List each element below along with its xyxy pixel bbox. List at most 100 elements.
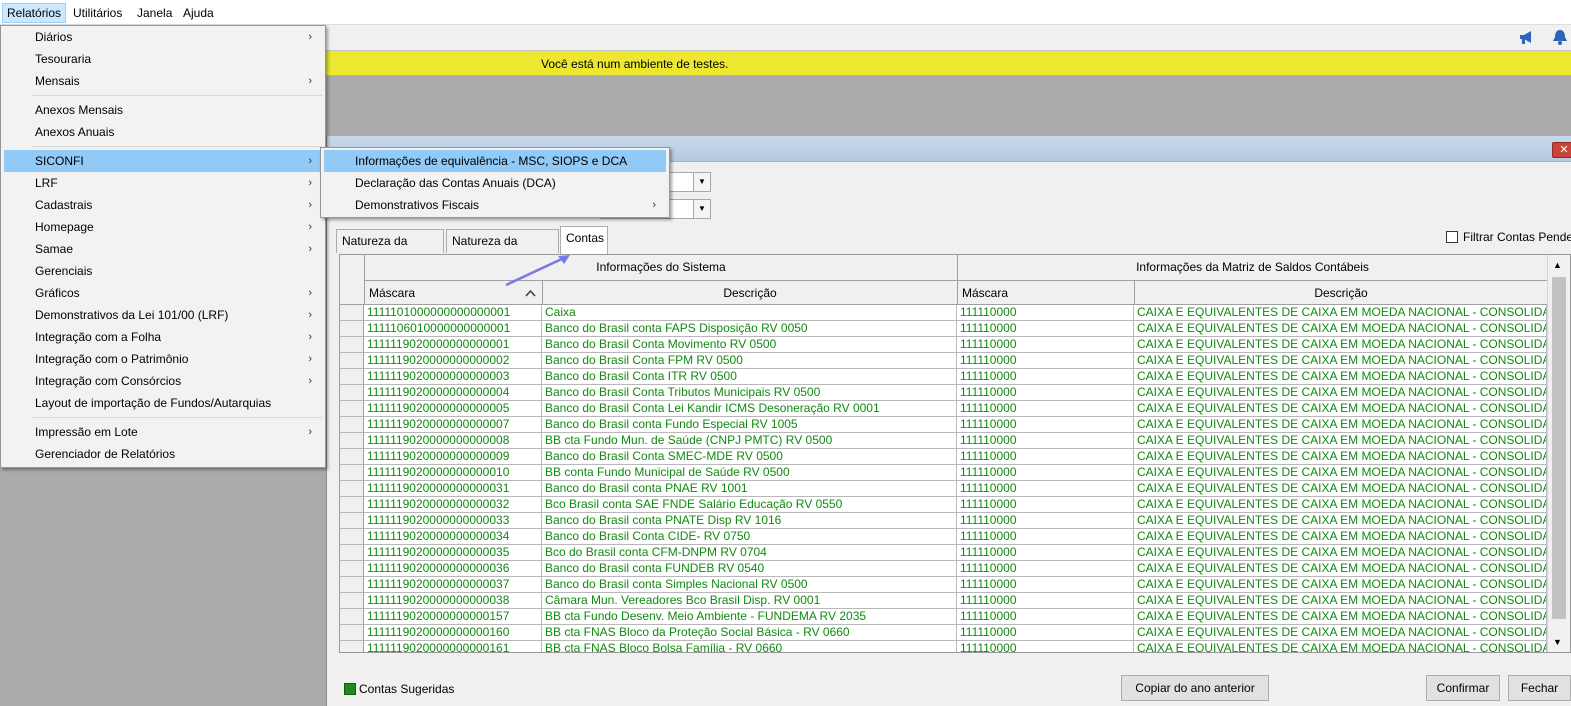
cell-mascara-matriz[interactable]: 111110000 xyxy=(957,369,1134,385)
menu-item-demonstrativos-da-lei-101-00-lrf[interactable]: Demonstrativos da Lei 101/00 (LRF) › xyxy=(4,304,322,326)
menu-item-integra-o-com-o-patrim-nio[interactable]: Integração com o Patrimônio › xyxy=(4,348,322,370)
vertical-scrollbar[interactable]: ▲ ▼ xyxy=(1547,255,1570,652)
submenu-item-2[interactable]: Declaração das Contas Anuais (DCA) xyxy=(324,172,666,194)
table-row[interactable]: 1111119020000000000034 Banco do Brasil Co… xyxy=(364,529,1547,545)
copy-previous-year-button[interactable]: Copiar do ano anterior xyxy=(1121,675,1269,701)
cell-descricao-sistema[interactable]: BB cta Fundo Mun. de Saúde (CNPJ PMTC) R… xyxy=(542,433,957,449)
row-header[interactable] xyxy=(340,481,364,497)
cell-descricao-sistema[interactable]: Banco do Brasil Conta Lei Kandir ICMS De… xyxy=(542,401,957,417)
cell-descricao-sistema[interactable]: BB cta FNAS Bloco da Proteção Social Bás… xyxy=(542,625,957,641)
menu-item-homepage[interactable]: Homepage › xyxy=(4,216,322,238)
column-header-mascara-matriz[interactable]: Máscara xyxy=(958,281,1135,305)
menu-item-gerenciais[interactable]: Gerenciais xyxy=(4,260,322,282)
cell-descricao-sistema[interactable]: Caixa xyxy=(542,305,957,321)
cell-mascara-matriz[interactable]: 111110000 xyxy=(957,481,1134,497)
cell-mascara-sistema[interactable]: 1111119020000000000005 xyxy=(364,401,542,417)
menu-item-impress-o-em-lote[interactable]: Impressão em Lote › xyxy=(4,421,322,443)
cell-mascara-sistema[interactable]: 1111106010000000000001 xyxy=(364,321,542,337)
cell-mascara-matriz[interactable]: 111110000 xyxy=(957,513,1134,529)
cell-mascara-sistema[interactable]: 1111119020000000000035 xyxy=(364,545,542,561)
cell-descricao-sistema[interactable]: Banco do Brasil Conta SMEC-MDE RV 0500 xyxy=(542,449,957,465)
cell-mascara-matriz[interactable]: 111110000 xyxy=(957,417,1134,433)
table-row[interactable]: 1111119020000000000035 Bco do Brasil cont… xyxy=(364,545,1547,561)
table-row[interactable]: 1111119020000000000010 BB conta Fundo Mun… xyxy=(364,465,1547,481)
table-row[interactable]: 1111119020000000000009 Banco do Brasil Co… xyxy=(364,449,1547,465)
cell-mascara-sistema[interactable]: 1111119020000000000002 xyxy=(364,353,542,369)
menu-utilitarios[interactable]: Utilitários xyxy=(69,3,126,23)
cell-descricao-matriz[interactable]: CAIXA E EQUIVALENTES DE CAIXA EM MOEDA N… xyxy=(1134,401,1547,417)
cell-descricao-matriz[interactable]: CAIXA E EQUIVALENTES DE CAIXA EM MOEDA N… xyxy=(1134,545,1547,561)
scrollbar-thumb[interactable] xyxy=(1552,277,1566,619)
accounts-grid[interactable]: Informações do Sistema Informações da Ma… xyxy=(339,254,1571,653)
close-icon[interactable]: ✕ xyxy=(1552,142,1571,158)
menu-item-samae[interactable]: Samae › xyxy=(4,238,322,260)
cell-descricao-sistema[interactable]: BB conta Fundo Municipal de Saúde RV 050… xyxy=(542,465,957,481)
scroll-down-icon[interactable]: ▼ xyxy=(1553,637,1562,647)
table-row[interactable]: 1111101000000000000001 Caixa 111110000 CAIX… xyxy=(364,305,1547,321)
row-header[interactable] xyxy=(340,529,364,545)
cell-descricao-sistema[interactable]: Câmara Mun. Vereadores Bco Brasil Disp. … xyxy=(542,593,957,609)
table-row[interactable]: 1111119020000000000038 Câmara Mun. Veread… xyxy=(364,593,1547,609)
tab-natureza-receita[interactable]: Natureza da Receita xyxy=(336,229,444,270)
cell-mascara-sistema[interactable]: 1111119020000000000008 xyxy=(364,433,542,449)
menu-item-integra-o-com-cons-rcios[interactable]: Integração com Consórcios › xyxy=(4,370,322,392)
menu-item-anexos-anuais[interactable]: Anexos Anuais xyxy=(4,121,322,143)
cell-mascara-sistema[interactable]: 1111119020000000000036 xyxy=(364,561,542,577)
row-header[interactable] xyxy=(340,321,364,337)
close-button[interactable]: Fechar xyxy=(1508,675,1571,701)
cell-mascara-matriz[interactable]: 111110000 xyxy=(957,625,1134,641)
chevron-down-icon[interactable]: ▼ xyxy=(693,200,710,218)
megaphone-icon[interactable] xyxy=(1518,28,1536,46)
table-row[interactable]: 1111106010000000000001 Banco do Brasil co… xyxy=(364,321,1547,337)
row-header[interactable] xyxy=(340,305,364,321)
cell-descricao-sistema[interactable]: Bco do Brasil conta CFM-DNPM RV 0704 xyxy=(542,545,957,561)
row-header[interactable] xyxy=(340,353,364,369)
cell-mascara-sistema[interactable]: 1111119020000000000038 xyxy=(364,593,542,609)
cell-mascara-matriz[interactable]: 111110000 xyxy=(957,449,1134,465)
cell-descricao-sistema[interactable]: Banco do Brasil Conta CIDE- RV 0750 xyxy=(542,529,957,545)
cell-mascara-matriz[interactable]: 111110000 xyxy=(957,337,1134,353)
menu-item-gr-ficos[interactable]: Gráficos › xyxy=(4,282,322,304)
table-row[interactable]: 1111119020000000000002 Banco do Brasil Co… xyxy=(364,353,1547,369)
cell-descricao-matriz[interactable]: CAIXA E EQUIVALENTES DE CAIXA EM MOEDA N… xyxy=(1134,497,1547,513)
table-row[interactable]: 1111119020000000000031 Banco do Brasil co… xyxy=(364,481,1547,497)
cell-descricao-sistema[interactable]: Banco do Brasil conta PNAE RV 1001 xyxy=(542,481,957,497)
menu-janela[interactable]: Janela xyxy=(133,3,176,23)
table-row[interactable]: 1111119020000000000001 Banco do Brasil Co… xyxy=(364,337,1547,353)
table-row[interactable]: 1111119020000000000008 BB cta Fundo Mun. … xyxy=(364,433,1547,449)
cell-descricao-matriz[interactable]: CAIXA E EQUIVALENTES DE CAIXA EM MOEDA N… xyxy=(1134,353,1547,369)
row-header[interactable] xyxy=(340,641,364,652)
scroll-up-icon[interactable]: ▲ xyxy=(1553,260,1562,270)
cell-mascara-sistema[interactable]: 1111119020000000000001 xyxy=(364,337,542,353)
cell-mascara-matriz[interactable]: 111110000 xyxy=(957,561,1134,577)
cell-mascara-matriz[interactable]: 111110000 xyxy=(957,353,1134,369)
column-header-descricao-sistema[interactable]: Descrição xyxy=(543,281,958,305)
cell-descricao-matriz[interactable]: CAIXA E EQUIVALENTES DE CAIXA EM MOEDA N… xyxy=(1134,449,1547,465)
table-row[interactable]: 1111119020000000000033 Banco do Brasil co… xyxy=(364,513,1547,529)
cell-descricao-matriz[interactable]: CAIXA E EQUIVALENTES DE CAIXA EM MOEDA N… xyxy=(1134,433,1547,449)
row-header[interactable] xyxy=(340,449,364,465)
cell-descricao-matriz[interactable]: CAIXA E EQUIVALENTES DE CAIXA EM MOEDA N… xyxy=(1134,481,1547,497)
cell-descricao-matriz[interactable]: CAIXA E EQUIVALENTES DE CAIXA EM MOEDA N… xyxy=(1134,465,1547,481)
row-header[interactable] xyxy=(340,401,364,417)
cell-descricao-matriz[interactable]: CAIXA E EQUIVALENTES DE CAIXA EM MOEDA N… xyxy=(1134,305,1547,321)
menu-item-cadastrais[interactable]: Cadastrais › xyxy=(4,194,322,216)
cell-descricao-sistema[interactable]: Banco do Brasil Conta FPM RV 0500 xyxy=(542,353,957,369)
cell-descricao-matriz[interactable]: CAIXA E EQUIVALENTES DE CAIXA EM MOEDA N… xyxy=(1134,385,1547,401)
menu-item-tesouraria[interactable]: Tesouraria xyxy=(4,48,322,70)
cell-mascara-matriz[interactable]: 111110000 xyxy=(957,385,1134,401)
cell-mascara-sistema[interactable]: 1111101000000000000001 xyxy=(364,305,542,321)
cell-descricao-sistema[interactable]: Banco do Brasil Conta ITR RV 0500 xyxy=(542,369,957,385)
cell-mascara-matriz[interactable]: 111110000 xyxy=(957,529,1134,545)
cell-mascara-matriz[interactable]: 111110000 xyxy=(957,465,1134,481)
cell-mascara-sistema[interactable]: 1111119020000000000007 xyxy=(364,417,542,433)
table-row[interactable]: 1111119020000000000032 Bco Brasil conta S… xyxy=(364,497,1547,513)
table-row[interactable]: 1111119020000000000157 BB cta Fundo Desen… xyxy=(364,609,1547,625)
cell-mascara-sistema[interactable]: 1111119020000000000160 xyxy=(364,625,542,641)
submenu-item-1[interactable]: Informações de equivalência - MSC, SIOPS… xyxy=(324,150,666,172)
cell-descricao-sistema[interactable]: BB cta Fundo Desenv. Meio Ambiente - FUN… xyxy=(542,609,957,625)
menu-item-layout-de-importa-o-de-fundos-autarquias[interactable]: Layout de importação de Fundos/Autarquia… xyxy=(4,392,322,414)
menu-item-lrf[interactable]: LRF › xyxy=(4,172,322,194)
row-header[interactable] xyxy=(340,577,364,593)
cell-mascara-sistema[interactable]: 1111119020000000000003 xyxy=(364,369,542,385)
